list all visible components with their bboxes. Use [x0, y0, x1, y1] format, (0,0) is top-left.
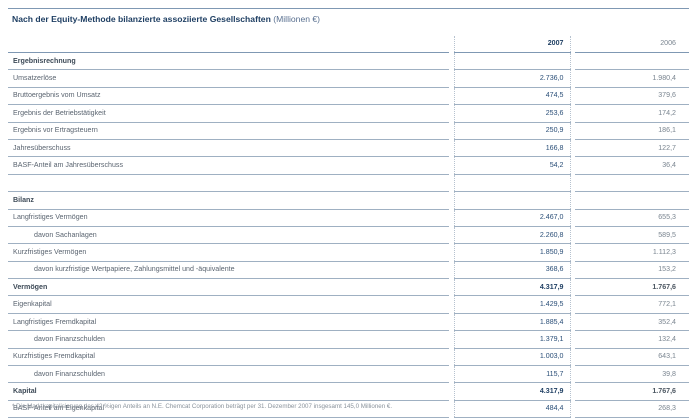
value-2007 [453, 174, 571, 193]
value-2006 [575, 52, 689, 71]
value-2007: 250,9 [453, 122, 571, 140]
row-label: BASF-Anteil am Jahresüberschuss [8, 156, 449, 175]
value-2006: 589,5 [575, 226, 689, 245]
column-header-2006: 2006 [575, 36, 689, 53]
table-row: BASF-Anteil am Jahresüberschuss 54,2 36,4 [8, 156, 689, 175]
row-label: Bruttoergebnis vom Umsatz [8, 87, 449, 106]
total-row: Kapital 4.317,9 1.767,6 [8, 382, 689, 401]
row-label: Kurzfristiges Vermögen [8, 243, 449, 262]
row-label: Bilanz [8, 191, 449, 210]
value-2007: 2.260,8 [453, 226, 571, 245]
section-header-row: Bilanz [8, 191, 689, 210]
value-2007: 166,8 [453, 139, 571, 158]
table-row: davon Finanzschulden 115,7 39,8 [8, 365, 689, 384]
value-2006: 174,2 [575, 104, 689, 123]
value-2007: 54,2 [453, 156, 571, 175]
value-2007: 2.736,0 [453, 69, 571, 88]
column-header-2007: 2007 [453, 36, 571, 53]
table-row: Kurzfristiges Vermögen 1.850,9 1.112,3 [8, 243, 689, 262]
table-row: Ergebnis der Betriebstätigkeit 253,6 174,2 [8, 104, 689, 123]
row-label: Ergebnis der Betriebstätigkeit [8, 104, 449, 123]
value-2006: 643,1 [575, 348, 689, 367]
value-2007: 253,6 [453, 104, 571, 123]
value-2006: 1.767,6 [575, 278, 689, 297]
row-label: Eigenkapital [8, 295, 449, 314]
value-2006: 268,3 [575, 400, 689, 418]
row-label: Kurzfristiges Fremdkapital [8, 348, 449, 367]
value-2007: 1.850,9 [453, 243, 571, 262]
row-label: Jahresüberschuss [8, 139, 449, 158]
value-2007: 484,4 [453, 400, 571, 418]
value-2006: 186,1 [575, 122, 689, 140]
table-title-main: Nach der Equity-Methode bilanzierte asso… [12, 14, 271, 24]
row-label: davon Finanzschulden [8, 330, 449, 349]
table-row: Kurzfristiges Fremdkapital 1.003,0 643,1 [8, 348, 689, 367]
column-header-row: 2007 2006 [8, 36, 689, 53]
table-row: davon Sachanlagen 2.260,8 589,5 [8, 226, 689, 245]
value-2006: 122,7 [575, 139, 689, 158]
value-2007: 1.885,4 [453, 313, 571, 332]
table-title: Nach der Equity-Methode bilanzierte asso… [12, 14, 320, 24]
value-2007: 115,7 [453, 365, 571, 384]
value-2006: 39,8 [575, 365, 689, 384]
value-2006: 655,3 [575, 209, 689, 227]
title-rule [8, 8, 689, 9]
table-row: Ergebnis vor Ertragsteuern 250,9 186,1 [8, 122, 689, 140]
table-row: Eigenkapital 1.429,5 772,1 [8, 295, 689, 314]
financial-table: 2007 2006 Ergebnisrechnung Umsatzerlöse 2.… [8, 36, 689, 418]
section-header-row: Ergebnisrechnung [8, 52, 689, 71]
value-2006: 1.112,3 [575, 243, 689, 262]
column-header-label [8, 36, 449, 53]
value-2006: 1.980,4 [575, 69, 689, 88]
value-2006 [575, 191, 689, 210]
row-label [8, 174, 449, 193]
row-label: davon Sachanlagen [8, 226, 449, 245]
value-2007: 1.429,5 [453, 295, 571, 314]
value-2006: 379,6 [575, 87, 689, 106]
value-2007: 368,6 [453, 261, 571, 280]
value-2006: 36,4 [575, 156, 689, 175]
row-label: Kapital [8, 382, 449, 401]
row-label: Umsatzerlöse [8, 69, 449, 88]
value-2007: 2.467,0 [453, 209, 571, 227]
value-2007 [453, 191, 571, 210]
table-row: Langfristiges Fremdkapital 1.885,4 352,4 [8, 313, 689, 332]
value-2007: 4.317,9 [453, 278, 571, 297]
value-2007: 4.317,9 [453, 382, 571, 401]
footnote: * Die Marktkapitalisierung des 42 %igen … [12, 403, 393, 410]
table-row: Umsatzerlöse 2.736,0 1.980,4 [8, 69, 689, 88]
value-2007: 1.379,1 [453, 330, 571, 349]
value-2006: 132,4 [575, 330, 689, 349]
table-row: davon Finanzschulden 1.379,1 132,4 [8, 330, 689, 349]
value-2007: 1.003,0 [453, 348, 571, 367]
row-label: Ergebnis vor Ertragsteuern [8, 122, 449, 140]
value-2007 [453, 52, 571, 71]
value-2006 [575, 174, 689, 193]
total-row: Vermögen 4.317,9 1.767,6 [8, 278, 689, 297]
row-label: Ergebnisrechnung [8, 52, 449, 71]
table-row: Langfristiges Vermögen 2.467,0 655,3 [8, 209, 689, 227]
row-label: Vermögen [8, 278, 449, 297]
table-row: Jahresüberschuss 166,8 122,7 [8, 139, 689, 158]
value-2006: 352,4 [575, 313, 689, 332]
spacer-row [8, 174, 689, 193]
value-2006: 153,2 [575, 261, 689, 280]
table-title-unit: (Millionen €) [273, 14, 321, 24]
row-label: Langfristiges Vermögen [8, 209, 449, 227]
table-row: Bruttoergebnis vom Umsatz 474,5 379,6 [8, 87, 689, 106]
value-2007: 474,5 [453, 87, 571, 106]
value-2006: 1.767,6 [575, 382, 689, 401]
table-row: davon kurzfristige Wertpapiere, Zahlungs… [8, 261, 689, 280]
value-2006: 772,1 [575, 295, 689, 314]
row-label: Langfristiges Fremdkapital [8, 313, 449, 332]
row-label: davon Finanzschulden [8, 365, 449, 384]
row-label: davon kurzfristige Wertpapiere, Zahlungs… [8, 261, 449, 280]
